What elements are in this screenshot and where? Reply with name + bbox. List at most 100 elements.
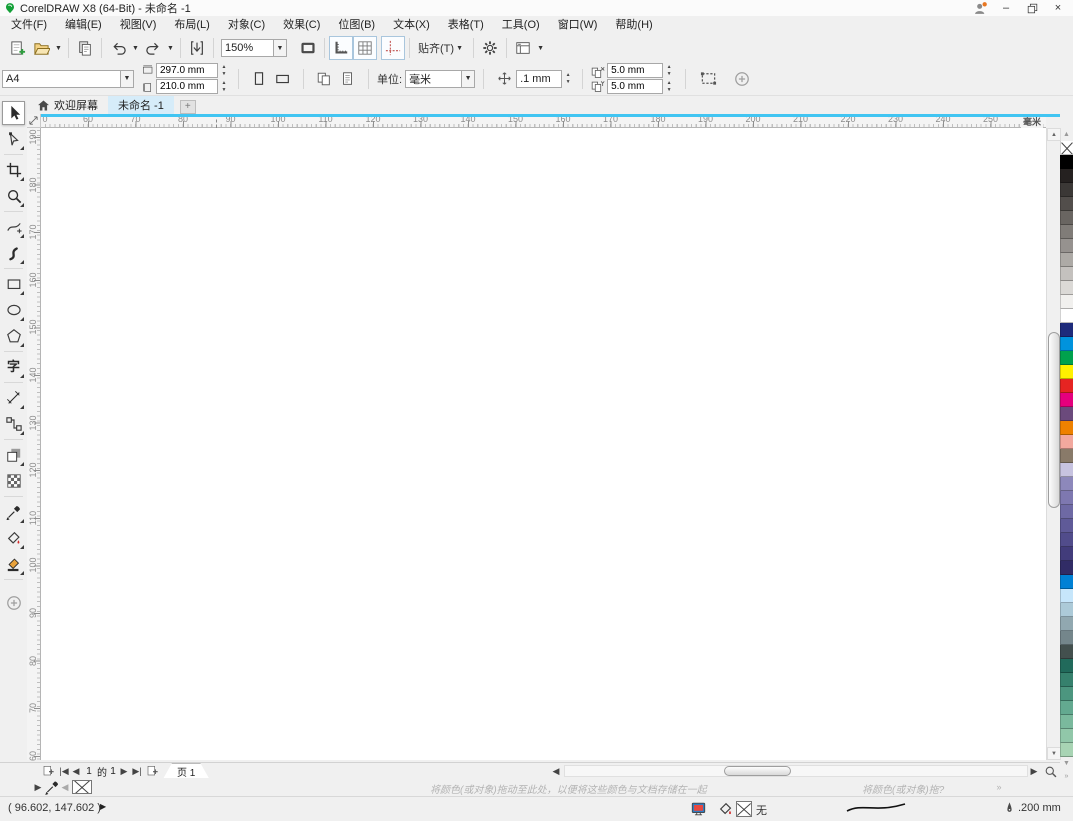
palette-swatch-25[interactable] (1060, 491, 1073, 505)
palette-swatch-31[interactable] (1060, 575, 1073, 589)
palette-swatch-26[interactable] (1060, 505, 1073, 519)
add-tools-button[interactable] (2, 591, 25, 615)
palette-swatch-36[interactable] (1060, 645, 1073, 659)
page-width-up[interactable]: ▲ (218, 64, 230, 71)
palette-swatch-24[interactable] (1060, 477, 1073, 491)
restore-button[interactable] (1019, 0, 1045, 16)
palette-swatch-20[interactable] (1060, 421, 1073, 435)
menu-item-9[interactable]: 工具(O) (493, 16, 549, 34)
palette-swatch-18[interactable] (1060, 393, 1073, 407)
minimize-button[interactable]: – (993, 0, 1019, 16)
status-flyout-arrow[interactable]: ▶ (100, 802, 106, 811)
outline-pen-icon[interactable] (1004, 801, 1015, 816)
page-height-field[interactable] (156, 79, 218, 94)
nudge-offset-field[interactable] (516, 70, 562, 88)
units-dropdown[interactable]: ▼ (461, 70, 475, 88)
scroll-down-button[interactable]: ▼ (1047, 747, 1061, 760)
duplicate-y-field[interactable] (607, 79, 663, 94)
next-page-button[interactable]: ▶ (118, 763, 130, 779)
zoom-tool[interactable] (2, 184, 25, 208)
palette-swatch-32[interactable] (1060, 589, 1073, 603)
page-size-preset-dropdown[interactable]: ▼ (120, 70, 134, 88)
palette-swatch-27[interactable] (1060, 519, 1073, 533)
page-width-down[interactable]: ▼ (218, 71, 230, 78)
palette-swatch-42[interactable] (1060, 729, 1073, 743)
palette-swatch-10[interactable] (1060, 281, 1073, 295)
page-size-preset-field[interactable] (2, 70, 120, 88)
application-launcher-button[interactable] (511, 36, 535, 60)
palette-swatch-14[interactable] (1060, 337, 1073, 351)
fullscreen-preview-button[interactable] (296, 36, 320, 60)
drawing-canvas[interactable] (41, 128, 1046, 760)
vertical-ruler[interactable]: 19018017016015014013012011010090807060 (27, 128, 41, 760)
open-dropdown[interactable]: ▼ (53, 36, 64, 60)
options-button[interactable] (478, 36, 502, 60)
new-document-button[interactable] (5, 36, 29, 60)
snap-to-dropdown[interactable]: ▼ (454, 36, 465, 60)
palette-swatch-23[interactable] (1060, 463, 1073, 477)
palette-swatch-41[interactable] (1060, 715, 1073, 729)
palette-no-color-swatch[interactable] (1060, 141, 1073, 155)
drop-shadow-tool[interactable] (2, 443, 25, 467)
polygon-tool[interactable] (2, 324, 25, 348)
document-palette-expand-button[interactable]: » (993, 778, 1005, 796)
palette-swatch-38[interactable] (1060, 673, 1073, 687)
last-page-button[interactable]: ▶| (130, 763, 144, 779)
new-tab-button[interactable]: + (180, 100, 196, 114)
scroll-up-button[interactable]: ▲ (1047, 128, 1061, 141)
duplicate-y-down[interactable]: ▼ (663, 87, 675, 94)
all-pages-button[interactable] (312, 67, 336, 91)
nudge-down[interactable]: ▼ (562, 79, 574, 86)
show-grid-button[interactable] (353, 36, 377, 60)
current-page-button[interactable] (336, 67, 360, 91)
undo-dropdown[interactable]: ▼ (130, 36, 141, 60)
text-tool[interactable]: 字 (2, 355, 25, 379)
palette-swatch-13[interactable] (1060, 323, 1073, 337)
add-page-after-button[interactable] (145, 763, 159, 779)
color-eyedropper-tool[interactable] (2, 500, 25, 524)
palette-swatch-7[interactable] (1060, 239, 1073, 253)
redo-button[interactable] (141, 36, 165, 60)
palette-swatch-39[interactable] (1060, 687, 1073, 701)
snap-to-button[interactable]: 贴齐(T) ▼ (414, 36, 469, 60)
menu-item-0[interactable]: 文件(F) (2, 16, 56, 34)
page-tab[interactable]: 页 1 (163, 763, 209, 779)
vertical-scrollbar[interactable]: ▲ ▼ (1046, 128, 1060, 760)
transparency-tool[interactable] (2, 469, 25, 493)
freehand-tool[interactable] (2, 215, 25, 239)
crop-tool[interactable] (2, 158, 25, 182)
palette-swatch-40[interactable] (1060, 701, 1073, 715)
import-button[interactable] (185, 36, 209, 60)
palette-swatch-29[interactable] (1060, 547, 1073, 561)
duplicate-x-down[interactable]: ▼ (663, 71, 675, 78)
smart-fill-tool[interactable] (2, 552, 25, 576)
fill-color-icon[interactable] (718, 801, 734, 817)
duplicate-x-up[interactable]: ▲ (663, 64, 675, 71)
zoom-fit-button[interactable] (1041, 763, 1059, 779)
horizontal-scrollbar[interactable] (564, 765, 1028, 777)
palette-swatch-6[interactable] (1060, 225, 1073, 239)
palette-swatch-17[interactable] (1060, 379, 1073, 393)
menu-item-5[interactable]: 效果(C) (274, 16, 329, 34)
palette-swatch-9[interactable] (1060, 267, 1073, 281)
previous-page-button[interactable]: ◀ (70, 763, 82, 779)
application-launcher-dropdown[interactable]: ▼ (535, 36, 546, 60)
menu-item-4[interactable]: 对象(C) (219, 16, 274, 34)
menu-item-3[interactable]: 布局(L) (165, 16, 218, 34)
paste-button[interactable] (73, 36, 97, 60)
palette-swatch-8[interactable] (1060, 253, 1073, 267)
rectangle-tool[interactable] (2, 272, 25, 296)
landscape-button[interactable] (271, 67, 295, 91)
palette-swatch-43[interactable] (1060, 743, 1073, 757)
menu-item-1[interactable]: 编辑(E) (56, 16, 111, 34)
menu-item-6[interactable]: 位图(B) (329, 16, 384, 34)
redo-dropdown[interactable]: ▼ (165, 36, 176, 60)
palette-swatch-11[interactable] (1060, 295, 1073, 309)
palette-swatch-5[interactable] (1060, 211, 1073, 225)
palette-swatch-30[interactable] (1060, 561, 1073, 575)
document-palette-flyout-arrow[interactable]: ▶ (33, 778, 43, 796)
palette-swatch-4[interactable] (1060, 197, 1073, 211)
palette-swatch-22[interactable] (1060, 449, 1073, 463)
tab-document[interactable]: 未命名 -1 (108, 96, 174, 114)
palette-swatch-2[interactable] (1060, 169, 1073, 183)
